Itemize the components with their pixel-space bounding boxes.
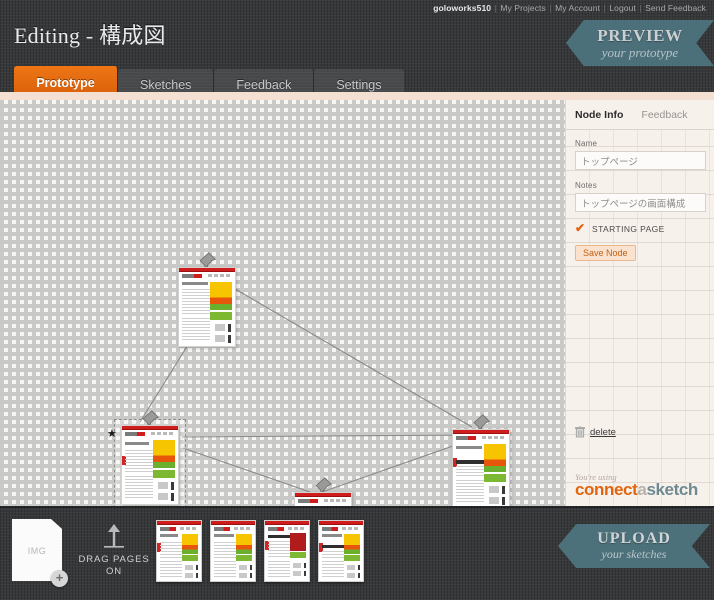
img-placeholder-label: IMG — [27, 546, 47, 556]
tab-sketches-label: Sketches — [140, 77, 192, 92]
sidebar-tab-node-info[interactable]: Node Info — [566, 100, 632, 129]
brand-part-sketch: sketch — [646, 480, 698, 499]
upload-ribbon-subtitle: your sketches — [601, 547, 667, 561]
edge-n2-n4 — [181, 434, 471, 438]
page-preview-c — [453, 430, 509, 506]
upload-sketches-button[interactable]: UPLOAD your sketches — [558, 524, 710, 568]
app-header: goloworks510 | My Projects | My Account … — [0, 0, 714, 100]
name-field-block: Name — [575, 139, 706, 170]
sidebar-tab-feedback-label: Feedback — [641, 108, 688, 121]
account-separator: | — [494, 3, 497, 13]
app-body: ★ Node Info Feedback Name トップページ Notes ト… — [0, 100, 714, 506]
account-separator: | — [549, 3, 552, 13]
node-info-form: Name Notes ✔ STARTING PAGE Save Node — [566, 130, 714, 261]
header-bottom-strip — [0, 92, 714, 100]
name-label: Name — [575, 139, 598, 148]
checkmark-icon[interactable]: ✔ — [575, 222, 586, 234]
tray-thumbnail[interactable] — [318, 520, 364, 582]
tray-thumbnail[interactable] — [156, 520, 202, 582]
canvas-node[interactable] — [178, 252, 236, 347]
send-feedback-link[interactable]: Send Feedback — [645, 3, 706, 13]
edge-n3-n4 — [321, 439, 471, 493]
canvas-node[interactable] — [294, 477, 352, 506]
drag-hint-line-2: ON — [105, 566, 123, 577]
account-separator: | — [639, 3, 642, 13]
page-preview-b — [265, 521, 309, 581]
starting-page-row[interactable]: ✔ STARTING PAGE — [575, 222, 705, 234]
drag-hint-line-1: DRAG PAGES — [78, 554, 150, 565]
starting-page-star-icon: ★ — [107, 428, 117, 440]
sidebar-tab-node-info-label: Node Info — [575, 108, 624, 121]
upload-ribbon-title: UPLOAD — [597, 530, 671, 547]
image-upload-placeholder[interactable]: IMG + — [12, 519, 68, 587]
trash-icon — [575, 426, 585, 438]
prototype-canvas[interactable]: ★ — [0, 100, 565, 506]
starting-page-label: STARTING PAGE — [592, 223, 665, 234]
up-arrow-icon — [104, 524, 124, 548]
sidebar-tabs: Node Info Feedback — [566, 100, 714, 130]
bottom-page-tray: IMG + DRAG PAGES ON UPLOAD your sketches — [0, 506, 714, 600]
node-thumbnail — [121, 425, 179, 505]
brand-block: You're using connectasketch — [566, 472, 714, 500]
my-projects-link[interactable]: My Projects — [500, 3, 546, 13]
notes-input[interactable] — [575, 193, 706, 212]
page-preview-a — [157, 521, 201, 581]
sidebar-tab-feedback[interactable]: Feedback — [632, 100, 696, 129]
preview-ribbon-title: PREVIEW — [597, 25, 683, 45]
tray-thumbnail[interactable] — [210, 520, 256, 582]
preview-prototype-button[interactable]: PREVIEW your prototype — [566, 20, 714, 66]
delete-node-row[interactable]: delete — [575, 426, 616, 438]
drag-pages-hint: DRAG PAGES ON — [78, 522, 150, 578]
page-preview-a — [211, 521, 255, 581]
node-info-sidebar: Node Info Feedback Name Notes ✔ STARTING… — [565, 100, 714, 506]
canvas-node[interactable] — [452, 414, 510, 506]
tab-prototype-label: Prototype — [36, 76, 95, 90]
tab-settings-label: Settings — [336, 77, 382, 92]
tab-feedback-label: Feedback — [236, 77, 292, 92]
node-thumbnail — [294, 492, 352, 506]
notes-field-block: Notes — [575, 181, 706, 212]
page-title: Editing - 構成図 — [14, 23, 166, 48]
page-preview-a — [122, 426, 178, 504]
account-bar: goloworks510 | My Projects | My Account … — [433, 3, 706, 13]
account-separator: | — [603, 3, 606, 13]
notes-label: Notes — [575, 181, 597, 190]
logout-link[interactable]: Logout — [609, 3, 636, 13]
page-thumbnail-tray — [156, 520, 364, 582]
node-thumbnail — [452, 429, 510, 506]
brand-part-connect: connect — [575, 480, 638, 499]
account-username: goloworks510 — [433, 3, 492, 13]
tray-thumbnail[interactable] — [264, 520, 310, 582]
add-image-plus-icon[interactable]: + — [51, 570, 68, 587]
page-preview-c — [319, 521, 363, 581]
save-node-button[interactable]: Save Node — [575, 245, 636, 261]
edge-n2-n3 — [182, 447, 311, 493]
preview-ribbon-subtitle: your prototype — [601, 44, 679, 60]
page-preview-b — [295, 493, 351, 506]
name-input[interactable] — [575, 151, 706, 170]
edge-n1-n4 — [229, 285, 473, 428]
node-thumbnail — [178, 267, 236, 347]
page-preview-a — [179, 268, 235, 346]
brand-name: connectasketch — [575, 480, 714, 500]
my-account-link[interactable]: My Account — [555, 3, 600, 13]
canvas-node-selected[interactable]: ★ — [107, 410, 186, 506]
delete-link[interactable]: delete — [590, 427, 616, 438]
